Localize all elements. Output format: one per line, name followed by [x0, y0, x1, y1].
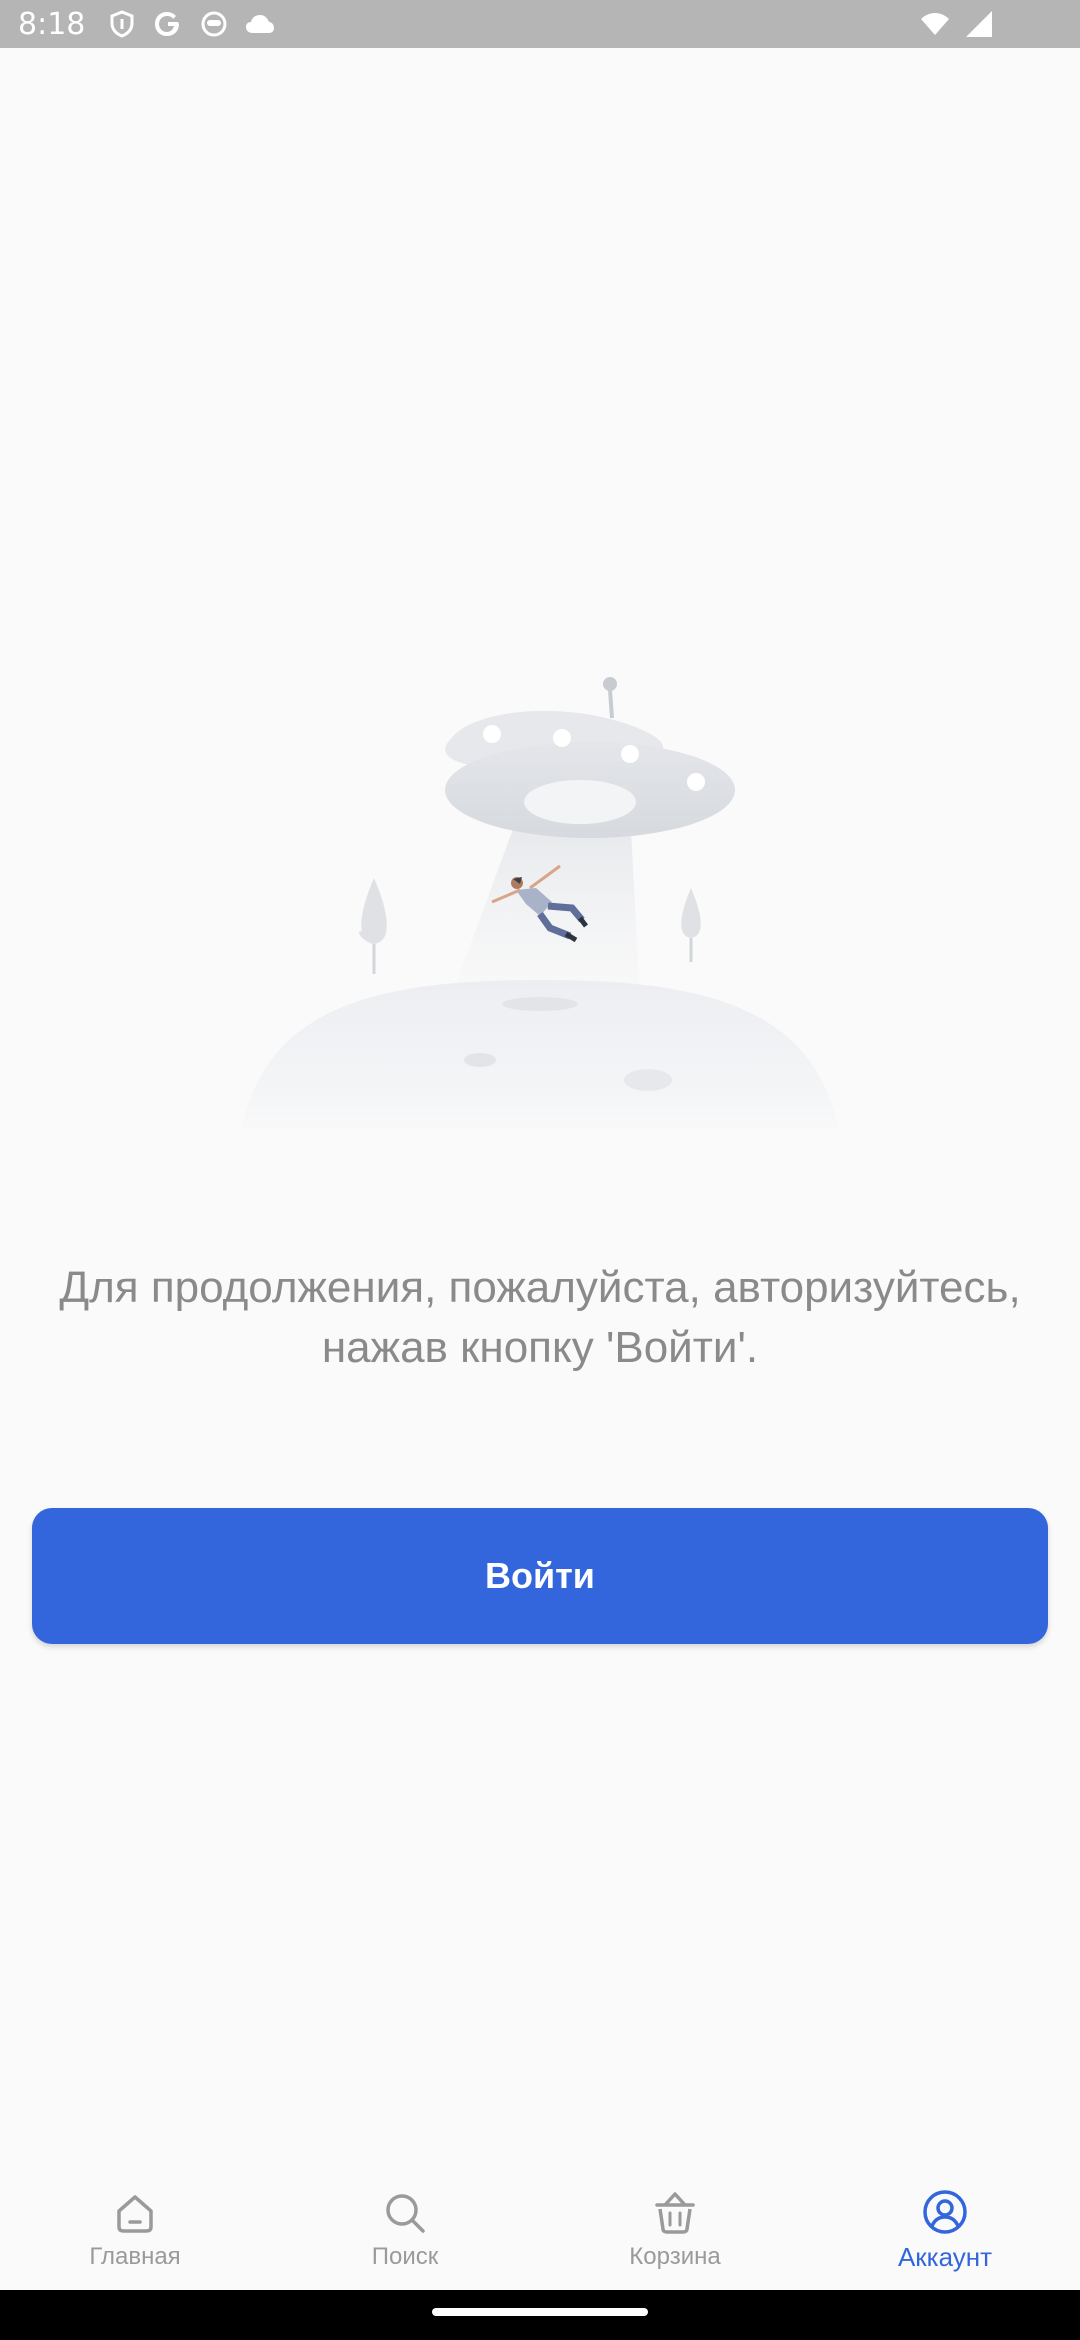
nav-item-cart[interactable]: Корзина	[540, 2170, 810, 2290]
nav-label-search: Поиск	[371, 2243, 439, 2270]
google-icon	[153, 9, 183, 39]
cloud-icon	[245, 9, 275, 39]
account-icon	[923, 2189, 967, 2234]
bottom-navigation: Главная Поиск Корзина Аккаунт	[0, 2170, 1080, 2290]
shield-icon	[107, 9, 137, 39]
nav-label-home: Главная	[89, 2243, 181, 2270]
status-bar: 8:18	[0, 0, 1080, 48]
robot-icon	[199, 9, 229, 39]
wifi-icon	[920, 9, 950, 39]
ufo-illustration	[230, 670, 850, 1150]
search-icon	[386, 2194, 425, 2233]
status-time: 8:18	[18, 6, 86, 42]
login-prompt-message: Для продолжения, пожалуйста, авторизуйте…	[59, 1263, 1021, 1372]
system-navigation-bar	[0, 2290, 1080, 2340]
basket-icon	[655, 2192, 695, 2234]
status-left-icons	[107, 9, 275, 39]
nav-item-home[interactable]: Главная	[0, 2170, 270, 2290]
home-icon	[117, 2195, 153, 2233]
signal-icon	[964, 9, 994, 39]
nav-label-cart: Корзина	[629, 2243, 721, 2270]
nav-item-search[interactable]: Поиск	[270, 2170, 540, 2290]
status-right-icons	[920, 9, 994, 39]
nav-item-account[interactable]: Аккаунт	[810, 2170, 1080, 2290]
login-button[interactable]: Войти	[32, 1508, 1048, 1644]
home-indicator[interactable]	[432, 2308, 648, 2316]
nav-label-account: Аккаунт	[897, 2241, 993, 2272]
